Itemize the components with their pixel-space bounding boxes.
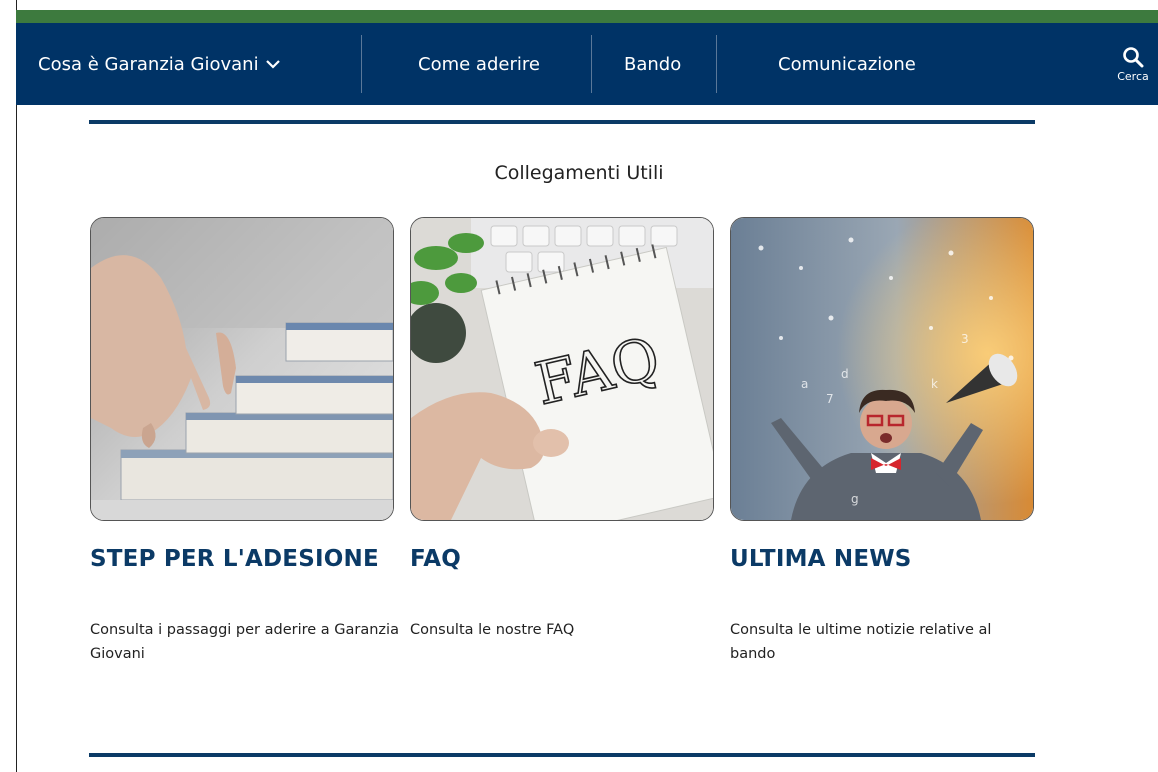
- card-description: Consulta le ultime notizie relative al b…: [730, 622, 992, 662]
- nav-item-label: Come aderire: [418, 53, 540, 75]
- nav-item-label: Cosa è Garanzia Giovani: [38, 53, 259, 75]
- search-icon: [1123, 46, 1144, 67]
- top-margin: [0, 0, 1158, 10]
- card-description: Consulta i passaggi per aderire a Garanz…: [90, 622, 399, 662]
- card-image-hand-climbing-books[interactable]: [90, 217, 394, 521]
- card-description: Consulta le nostre FAQ: [410, 622, 575, 638]
- svg-text:g: g: [851, 492, 859, 506]
- nav-item-cosa-e-garanzia-giovani[interactable]: Cosa è Garanzia Giovani: [38, 23, 281, 105]
- top-divider: [89, 120, 1035, 124]
- section-title: Collegamenti Utili: [494, 162, 664, 184]
- nav-item-comunicazione[interactable]: Comunicazione: [778, 23, 916, 105]
- card-image-faq-notepad[interactable]: FAQ: [410, 217, 714, 521]
- card-image-man-with-megaphone[interactable]: a 7d k 3 g: [730, 217, 1034, 521]
- card-title[interactable]: FAQ: [410, 546, 714, 572]
- nav-separator: [716, 35, 717, 93]
- nav-item-bando[interactable]: Bando: [624, 23, 681, 105]
- search-button[interactable]: Cerca: [1108, 23, 1158, 105]
- nav-separator: [591, 35, 592, 93]
- green-top-bar: [16, 10, 1158, 23]
- card-step-adesione[interactable]: STEP PER L'ADESIONE Consulta i passaggi …: [90, 217, 399, 666]
- chevron-down-icon: [265, 60, 280, 69]
- card-ultima-news[interactable]: a 7d k 3 g ULTIMA NEWS Consulta le ultime n…: [730, 217, 1034, 666]
- main-navbar: Cosa è Garanzia Giovani Come aderire Ban…: [16, 23, 1158, 105]
- nav-item-come-aderire[interactable]: Come aderire: [418, 23, 540, 105]
- svg-text:7: 7: [826, 392, 834, 406]
- nav-separator: [361, 35, 362, 93]
- nav-item-label: Comunicazione: [778, 53, 916, 75]
- card-title[interactable]: STEP PER L'ADESIONE: [90, 546, 394, 572]
- bottom-divider: [89, 753, 1035, 757]
- search-label: Cerca: [1117, 69, 1149, 83]
- card-title[interactable]: ULTIMA NEWS: [730, 546, 1034, 572]
- card-faq[interactable]: FAQ FAQ Consulta le nostre FAQ: [410, 217, 714, 642]
- svg-text:k: k: [931, 377, 938, 391]
- svg-text:3: 3: [961, 332, 969, 346]
- svg-text:d: d: [841, 367, 849, 381]
- left-border: [16, 0, 17, 772]
- nav-item-label: Bando: [624, 53, 682, 75]
- svg-text:a: a: [801, 377, 808, 391]
